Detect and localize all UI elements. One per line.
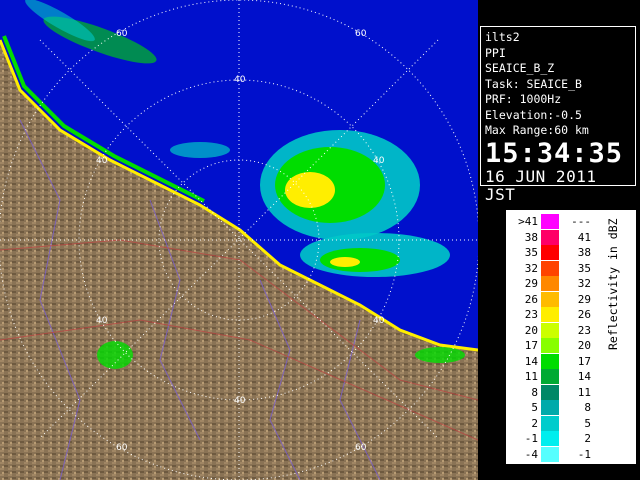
legend-high-value: 20 — [577, 339, 591, 352]
legend-high-value: 41 — [577, 230, 591, 244]
product-name: SEAICE_B_Z — [485, 61, 555, 75]
legend-color-swatch — [541, 338, 559, 353]
legend-row: 23 26 — [506, 307, 606, 323]
legend-high-value: 5 — [584, 416, 591, 430]
legend-color-swatch — [541, 260, 559, 276]
legend-low-value: 32 — [524, 261, 538, 275]
legend-high-value: 35 — [577, 261, 591, 275]
range-label: 40 — [96, 316, 108, 326]
scan-time: 15:34:35 — [485, 137, 624, 169]
legend-high-value: -1 — [577, 447, 591, 461]
legend-color-swatch — [541, 384, 559, 400]
sidebar: ilts2 PPI SEAICE_B_Z Task: SEAICE_B PRF:… — [478, 0, 640, 480]
legend-row: 58 — [506, 400, 606, 416]
legend-row: 38 41 — [506, 229, 606, 246]
legend-row: -4 -1 — [506, 446, 606, 463]
legend-color-swatch — [541, 431, 559, 446]
legend-high-value: --- — [571, 215, 591, 228]
legend-high-value: 32 — [577, 277, 591, 290]
range-label: 40 — [373, 156, 385, 166]
legend-row: 32 35 — [506, 260, 606, 277]
reflectivity-legend: >41 --- 38 41 35 38 32 35 29 32 26 29 23 26 20 23 17 20 14… — [506, 210, 636, 464]
legend-high-value: 29 — [577, 292, 591, 306]
legend-low-value: 26 — [524, 292, 538, 306]
legend-color-swatch — [541, 307, 559, 322]
legend-low-value: 8 — [531, 385, 538, 399]
legend-row: >41 --- — [506, 214, 606, 230]
legend-row: 11 14 — [506, 369, 606, 385]
range-label: 60 — [116, 29, 128, 39]
legend-high-value: 14 — [577, 370, 591, 383]
range-label: 60 — [355, 443, 367, 453]
legend-color-swatch — [541, 291, 559, 307]
legend-high-value: 11 — [577, 385, 591, 399]
legend-row: 29 32 — [506, 276, 606, 292]
legend-color-swatch — [541, 400, 559, 415]
scan-mode: PPI — [485, 45, 506, 60]
legend-low-value: 5 — [531, 401, 538, 414]
legend-row: 35 38 — [506, 245, 606, 261]
legend-low-value: 14 — [524, 354, 538, 368]
legend-color-swatch — [541, 322, 559, 338]
station-name: ilts2 — [485, 30, 520, 44]
legend-low-value: -4 — [524, 447, 538, 461]
legend-low-value: 17 — [524, 339, 538, 352]
legend-low-value: -1 — [524, 432, 538, 445]
legend-row: 25 — [506, 415, 606, 432]
range-label: 60 — [116, 443, 128, 453]
legend-low-value: >41 — [518, 215, 538, 228]
legend-high-value: 23 — [577, 323, 591, 337]
legend-high-value: 26 — [577, 308, 591, 321]
legend-low-value: 11 — [524, 370, 538, 383]
legend-low-value: 23 — [524, 308, 538, 321]
legend-color-swatch — [541, 214, 559, 229]
legend-high-value: 8 — [584, 401, 591, 414]
range-label: 40 — [234, 396, 246, 406]
legend-row: 8 11 — [506, 384, 606, 401]
legend-title: Reflectivity in dBZ — [606, 218, 620, 350]
legend-color-swatch — [541, 245, 559, 260]
prf-value: PRF: 1000Hz — [485, 92, 562, 106]
range-label: 60 — [355, 29, 367, 39]
range-label: 40 — [96, 156, 108, 166]
legend-color-swatch — [541, 415, 559, 431]
legend-row: 20 23 — [506, 322, 606, 339]
legend-color-swatch — [541, 353, 559, 369]
legend-color-swatch — [541, 229, 559, 245]
legend-row: 17 20 — [506, 338, 606, 354]
radar-ppi-display[interactable]: 60 60 40 40 40 40 40 40 60 60 — [0, 0, 478, 480]
legend-color-swatch — [541, 369, 559, 384]
legend-row: 14 17 — [506, 353, 606, 370]
legend-low-value: 38 — [524, 230, 538, 244]
legend-high-value: 38 — [577, 246, 591, 259]
legend-low-value: 20 — [524, 323, 538, 337]
legend-low-value: 29 — [524, 277, 538, 290]
legend-low-value: 2 — [531, 416, 538, 430]
legend-row: -1 2 — [506, 431, 606, 447]
legend-row: 26 29 — [506, 291, 606, 308]
legend-low-value: 35 — [524, 246, 538, 259]
legend-high-value: 17 — [577, 354, 591, 368]
scan-info-panel: ilts2 PPI SEAICE_B_Z Task: SEAICE_B PRF:… — [480, 26, 636, 203]
radar-map: 60 60 40 40 40 40 40 40 60 60 — [0, 0, 478, 480]
max-range-value: Max Range:60 km — [485, 123, 589, 137]
range-label: 40 — [234, 75, 246, 85]
legend-color-swatch — [541, 276, 559, 291]
elevation-value: Elevation:-0.5 — [485, 107, 582, 122]
task-name: Task: SEAICE_B — [485, 76, 582, 91]
scan-date: 16 JUN 2011 JST — [485, 166, 597, 204]
legend-high-value: 2 — [584, 432, 591, 445]
range-label: 40 — [373, 316, 385, 326]
legend-color-swatch — [541, 446, 559, 462]
